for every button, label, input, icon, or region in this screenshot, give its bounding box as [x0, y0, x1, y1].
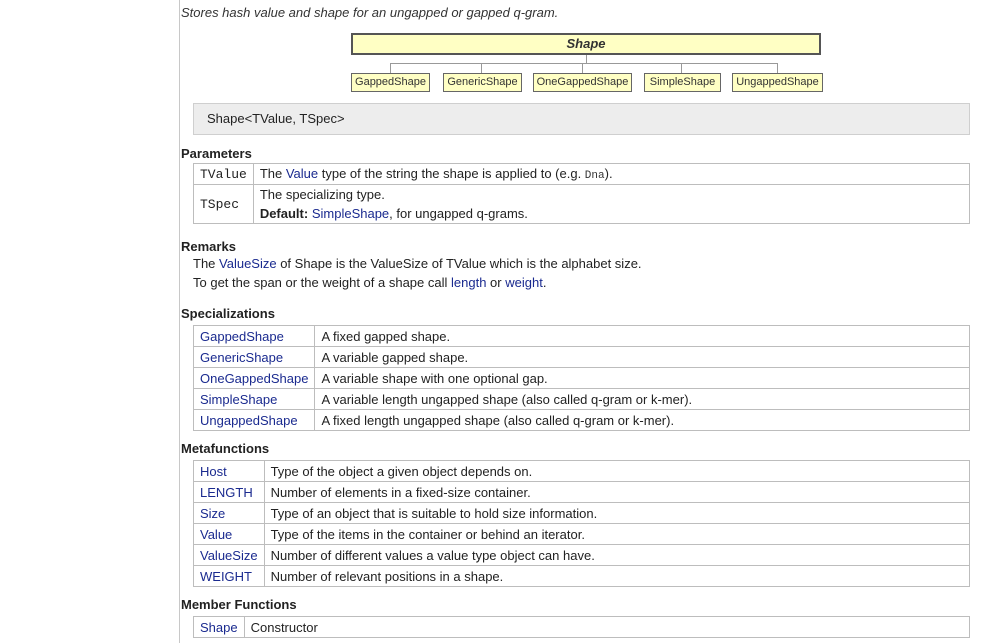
- row-desc: Constructor: [243, 616, 971, 638]
- valuesize-meta-link[interactable]: ValueSize: [200, 548, 258, 563]
- left-divider: [179, 0, 180, 643]
- row-desc: Number of elements in a fixed-size conta…: [263, 481, 971, 503]
- table-row: GenericShape A variable gapped shape.: [192, 346, 970, 368]
- param-name: TValue: [193, 163, 254, 185]
- shape-constructor-link[interactable]: Shape: [200, 620, 238, 635]
- parameters-table: TValue The Value type of the string the …: [193, 163, 971, 224]
- diagram-child-onegappedshape[interactable]: OneGappedShape: [533, 73, 632, 92]
- specializations-table: GappedShape A fixed gapped shape. Generic…: [192, 325, 970, 431]
- gappedshape-link[interactable]: GappedShape: [200, 329, 284, 344]
- simpleshape-link[interactable]: SimpleShape: [312, 206, 389, 221]
- diagram-root-shape[interactable]: Shape: [351, 33, 821, 55]
- length-meta-link[interactable]: LENGTH: [200, 485, 253, 500]
- table-row: Value Type of the items in the container …: [193, 523, 971, 545]
- row-desc: A fixed gapped shape.: [314, 325, 970, 347]
- diagram-connector: [481, 63, 482, 73]
- size-link[interactable]: Size: [200, 506, 225, 521]
- row-desc: Type of the items in the container or be…: [263, 523, 971, 545]
- table-row: SimpleShape A variable length ungapped sh…: [192, 388, 970, 410]
- table-row: WEIGHT Number of relevant positions in a …: [193, 565, 971, 587]
- table-row: UngappedShape A fixed length ungapped sha…: [192, 409, 970, 431]
- table-row: ValueSize Number of different values a va…: [193, 544, 971, 566]
- member-functions-heading: Member Functions: [181, 597, 297, 612]
- diagram-child-genericshape[interactable]: GenericShape: [443, 73, 522, 92]
- metafunctions-table: Host Type of the object a given object de…: [193, 460, 971, 587]
- table-row: OneGappedShape A variable shape with one …: [192, 367, 970, 389]
- diagram-connector: [582, 63, 583, 73]
- weight-link[interactable]: weight: [505, 275, 543, 290]
- table-row: TValue The Value type of the string the …: [193, 163, 971, 185]
- intro-text: Stores hash value and shape for an ungap…: [181, 5, 559, 20]
- diagram-child-simpleshape[interactable]: SimpleShape: [644, 73, 721, 92]
- row-desc: A variable shape with one optional gap.: [314, 367, 970, 389]
- row-desc: Number of different values a value type …: [263, 544, 971, 566]
- diagram-connector: [390, 63, 778, 64]
- table-row: Host Type of the object a given object de…: [193, 460, 971, 482]
- specializations-heading: Specializations: [181, 306, 275, 321]
- row-desc: Number of relevant positions in a shape.: [263, 565, 971, 587]
- simpleshape-link[interactable]: SimpleShape: [200, 392, 277, 407]
- param-name: TSpec: [193, 184, 254, 224]
- diagram-connector: [681, 63, 682, 73]
- genericshape-link[interactable]: GenericShape: [200, 350, 283, 365]
- diagram-child-ungappedshape[interactable]: UngappedShape: [732, 73, 823, 92]
- table-row: Size Type of an object that is suitable t…: [193, 502, 971, 524]
- host-link[interactable]: Host: [200, 464, 227, 479]
- table-row: GappedShape A fixed gapped shape.: [192, 325, 970, 347]
- value-link[interactable]: Value: [286, 166, 318, 181]
- row-desc: Type of the object a given object depend…: [263, 460, 971, 482]
- table-row: Shape Constructor: [193, 616, 971, 638]
- row-desc: A fixed length ungapped shape (also call…: [314, 409, 970, 431]
- length-link[interactable]: length: [451, 275, 486, 290]
- diagram-connector: [777, 63, 778, 73]
- diagram-connector: [390, 63, 391, 73]
- value-meta-link[interactable]: Value: [200, 527, 232, 542]
- remarks-heading: Remarks: [181, 239, 236, 254]
- table-row: LENGTH Number of elements in a fixed-size…: [193, 481, 971, 503]
- diagram-connector: [586, 55, 587, 63]
- default-label: Default:: [259, 206, 309, 221]
- inheritance-diagram: Shape GappedShape GenericShape OneGapped…: [181, 33, 970, 93]
- metafunctions-heading: Metafunctions: [181, 441, 270, 456]
- remarks-text: The ValueSize of Shape is the ValueSize …: [193, 256, 642, 290]
- diagram-child-gappedshape[interactable]: GappedShape: [351, 73, 430, 92]
- row-desc: A variable gapped shape.: [314, 346, 970, 368]
- onegappedshape-link[interactable]: OneGappedShape: [200, 371, 308, 386]
- row-desc: Type of an object that is suitable to ho…: [263, 502, 971, 524]
- weight-meta-link[interactable]: WEIGHT: [200, 569, 252, 584]
- row-desc: A variable length ungapped shape (also c…: [314, 388, 970, 410]
- member-functions-table: Shape Constructor: [193, 616, 971, 638]
- parameters-heading: Parameters: [181, 146, 252, 161]
- ungappedshape-link[interactable]: UngappedShape: [200, 413, 298, 428]
- table-row: TSpec The specializing type. Default: Si…: [193, 184, 971, 224]
- code-dna: Dna: [584, 170, 605, 182]
- param-desc: The Value type of the string the shape i…: [252, 163, 971, 185]
- valuesize-link[interactable]: ValueSize: [219, 256, 277, 271]
- param-desc: The specializing type. Default: SimpleSh…: [252, 184, 971, 224]
- signature-box: Shape<TValue, TSpec>: [193, 103, 970, 135]
